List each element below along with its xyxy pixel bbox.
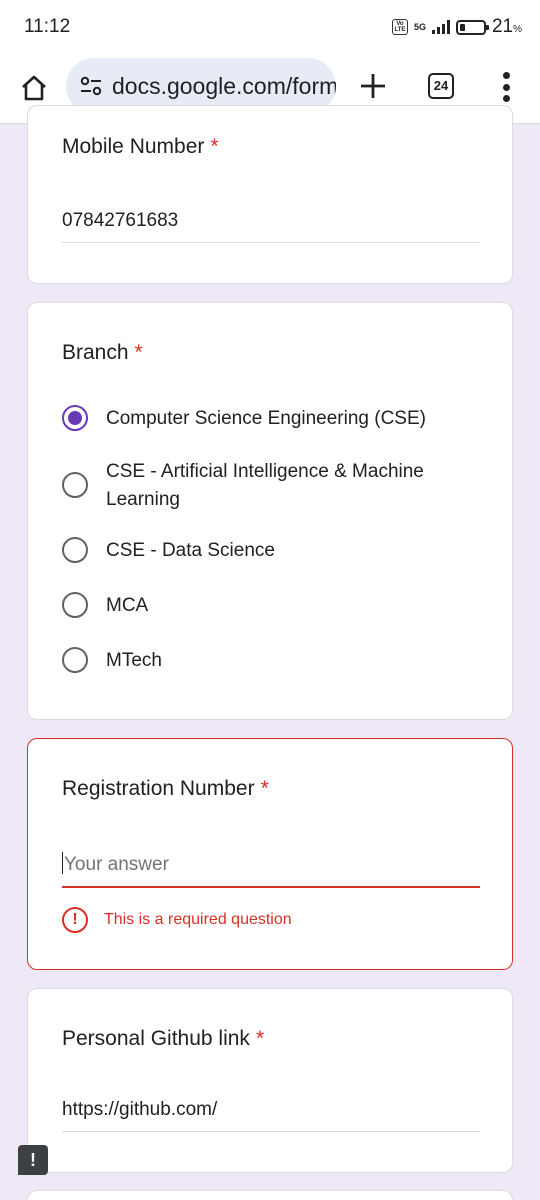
radio-option-mtech[interactable]: MTech [62, 647, 502, 675]
new-tab-button[interactable] [356, 69, 390, 103]
error-text: This is a required question [104, 911, 292, 928]
radio-label: CSE - Data Science [106, 540, 275, 561]
tab-switcher-button[interactable]: 24 [428, 73, 454, 99]
required-mark: * [134, 341, 143, 364]
question-title: Registration Number * [62, 777, 269, 800]
radio-option-cse[interactable]: Computer Science Engineering (CSE) [62, 405, 502, 433]
plus-icon [361, 74, 385, 98]
radio-button[interactable] [62, 472, 88, 498]
radio-label: CSE - Artificial Intelligence & Machine … [106, 461, 424, 510]
battery-icon [455, 19, 489, 35]
radio-option-cse-ds[interactable]: CSE - Data Science [62, 537, 502, 565]
home-button[interactable] [18, 72, 50, 104]
radio-label: MCA [106, 595, 149, 616]
radio-label: Computer Science Engineering (CSE) [106, 408, 426, 429]
network-type: 5G [413, 21, 426, 32]
radio-label: MTech [106, 650, 162, 671]
home-icon [22, 75, 46, 101]
input-placeholder: Your answer [64, 854, 169, 875]
radio-button[interactable] [62, 592, 88, 618]
radio-button[interactable] [62, 537, 88, 563]
github-link-input[interactable]: https://github.com/ [62, 1099, 480, 1132]
question-card-github: Personal Github link * https://github.com… [27, 988, 513, 1173]
signal-icon [431, 20, 450, 34]
url-text: docs.google.com/forms/d/e/ [112, 72, 336, 99]
radio-button[interactable] [62, 647, 88, 673]
question-card-next [27, 1190, 513, 1200]
error-icon: ! [62, 907, 88, 933]
question-card-branch: Branch * Computer Science Engineering (CS… [27, 302, 513, 720]
text-cursor [62, 852, 63, 874]
radio-option-cse-aiml[interactable]: CSE - Artificial Intelligence & Machine … [62, 458, 502, 514]
battery-percent: 21% [491, 16, 522, 37]
required-mark: * [210, 135, 219, 158]
tune-icon[interactable] [80, 76, 102, 96]
status-icons: Vo LTE 5G 21% [391, 16, 522, 38]
feedback-button[interactable]: ! [18, 1145, 48, 1175]
error-message: ! This is a required question [62, 907, 292, 933]
question-title: Branch * [62, 341, 143, 364]
radio-button[interactable] [62, 405, 88, 431]
status-bar: 11:12 Vo LTE 5G 21% [0, 0, 540, 56]
more-vert-icon[interactable] [496, 70, 516, 104]
question-card-mobile: Mobile Number * 07842761683 [27, 105, 513, 284]
required-mark: * [260, 777, 269, 800]
radio-option-mca[interactable]: MCA [62, 592, 502, 620]
registration-number-input[interactable]: Your answer [62, 852, 480, 888]
question-title: Mobile Number * [62, 135, 219, 158]
mobile-number-input[interactable]: 07842761683 [62, 210, 480, 243]
volte-icon: Vo LTE [391, 19, 408, 35]
question-card-registration: Registration Number * Your answer ! This … [27, 738, 513, 970]
required-mark: * [255, 1027, 265, 1050]
question-title: Personal Github link * [62, 1027, 265, 1050]
status-time: 11:12 [24, 16, 71, 37]
